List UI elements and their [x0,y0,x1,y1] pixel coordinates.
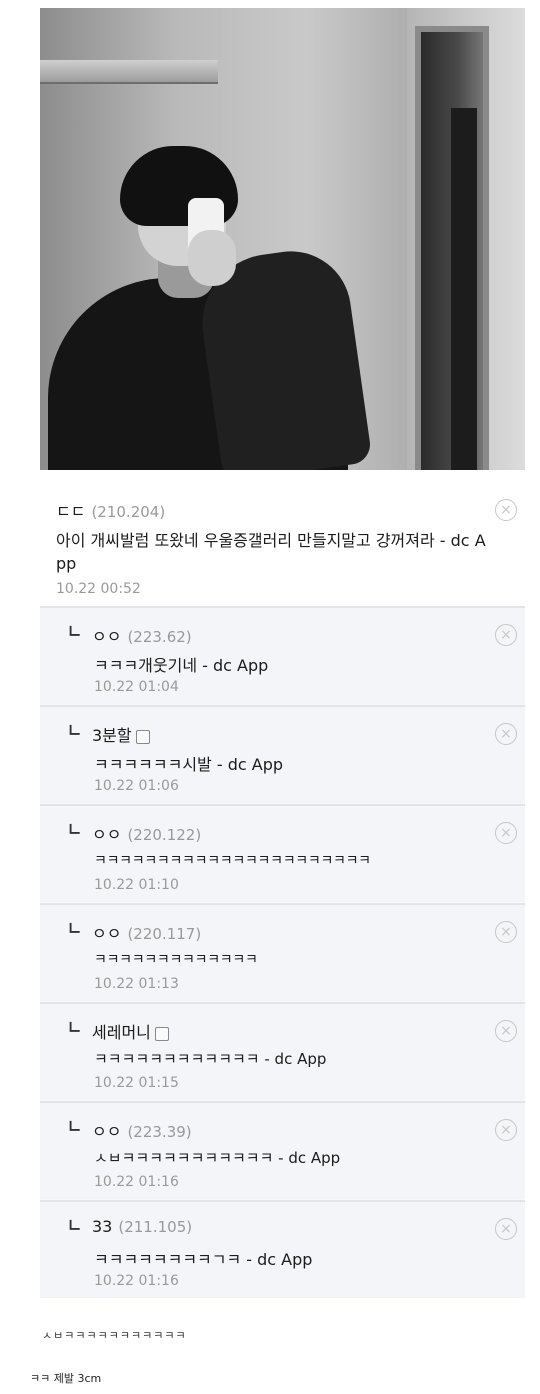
reply-time: 10.22 01:10 [94,877,179,893]
reply-comment: ∟ 33 (211.105) × ㅋㅋㅋㅋㅋㅋㅋㅋㄱㅋ - dc App 10.2… [40,1200,525,1298]
delete-icon[interactable]: × [495,1020,517,1042]
photo-door-inner [451,108,477,470]
ip-text: (220.122) [127,826,202,844]
reply-comment: ∟ 세레머니 × ㅋㅋㅋㅋㅋㅋㅋㅋㅋㅋㅋㅋ - dc App 10.22 01:… [40,1002,525,1100]
nick-text[interactable]: 3분할 [92,726,132,745]
comment-time: 10.22 00:52 [56,581,141,597]
reply-arrow-icon: ∟ [68,721,82,740]
comment-text-cont: pp [56,554,77,573]
delete-icon[interactable]: × [495,723,517,745]
reply-comment: ∟ ㅇㅇ (220.122) × ㅋㅋㅋㅋㅋㅋㅋㅋㅋㅋㅋㅋㅋㅋㅋㅋㅋㅋㅋㅋㅋㅋ 1… [40,804,525,902]
nick-text[interactable]: ㅇㅇ [92,924,121,943]
reply-time: 10.22 01:15 [94,1075,179,1091]
reply-nick[interactable]: ㅇㅇ (223.39) [92,1118,192,1142]
reply-text: ㅋㅋㅋㅋㅋㅋㅋㅋㄱㅋ - dc App [94,1250,313,1269]
reply-comment: ∟ 3분할 × ㅋㅋㅋㅋㅋㅋ시발 - dc App 10.22 01:06 [40,705,525,803]
nick-text[interactable]: 세레머니 [92,1023,151,1042]
footer-text-1: ㅅㅂㅋㅋㅋㅋㅋㅋㅋㅋㅋㅋㅋ [42,1329,187,1342]
comment-list: ㄷㄷ (210.204) × 아이 개씨발럼 또왔네 우울증갤러리 만들지말고 걍… [40,476,525,1298]
ip-text: (211.105) [118,1218,193,1236]
post-photo [40,8,525,470]
reply-time: 10.22 01:16 [94,1273,179,1289]
reply-time: 10.22 01:06 [94,778,179,794]
reply-nick[interactable]: ㅇㅇ (220.122) [92,821,201,845]
delete-icon[interactable]: × [495,499,517,521]
photo-hand [188,230,236,286]
nick-text[interactable]: 33 [92,1217,112,1236]
reply-nick[interactable]: 33 (211.105) [92,1217,192,1236]
delete-icon[interactable]: × [495,1119,517,1141]
reply-text: ㅋㅋㅋㅋㅋㅋㅋㅋㅋㅋㅋㅋㅋㅋㅋㅋㅋㅋㅋㅋㅋㅋ [94,853,371,869]
nick-text[interactable]: ㄷㄷ [56,502,85,521]
reply-nick[interactable]: 3분할 [92,722,150,746]
ip-text: (223.62) [127,628,192,646]
reply-arrow-icon: ∟ [68,1018,82,1037]
reply-arrow-icon: ∟ [68,919,82,938]
nick-text[interactable]: ㅇㅇ [92,1122,121,1141]
delete-icon[interactable]: × [495,822,517,844]
ip-text: (210.204) [91,503,166,521]
reply-time: 10.22 01:04 [94,679,179,695]
reply-arrow-icon: ∟ [68,820,82,839]
reply-comment: ∟ ㅇㅇ (223.39) × ㅅㅂㅋㅋㅋㅋㅋㅋㅋㅋㅋㅋㅋ - dc App 10… [40,1101,525,1199]
photo-shelf [40,60,218,84]
reply-text: ㅅㅂㅋㅋㅋㅋㅋㅋㅋㅋㅋㅋㅋ - dc App [94,1149,341,1167]
member-badge-icon [154,1026,169,1041]
reply-arrow-icon: ∟ [68,622,82,641]
reply-nick[interactable]: 세레머니 [92,1019,169,1043]
reply-text: ㅋㅋㅋㅋㅋㅋㅋㅋㅋㅋㅋㅋㅋ [94,952,258,968]
reply-arrow-icon: ∟ [68,1117,82,1136]
footer-text-2: ㅋㅋ 제발 3cm [30,1372,102,1385]
member-badge-icon [135,729,150,744]
nick-text[interactable]: ㅇㅇ [92,627,121,646]
delete-icon[interactable]: × [495,624,517,646]
parent-comment: ㄷㄷ (210.204) × 아이 개씨발럼 또왔네 우울증갤러리 만들지말고 걍… [40,476,525,606]
ip-text: (220.117) [127,925,202,943]
delete-icon[interactable]: × [495,921,517,943]
reply-comment: ∟ ㅇㅇ (223.62) × ㅋㅋㅋ개웃기네 - dc App 10.22 01… [40,606,525,704]
reply-time: 10.22 01:16 [94,1174,179,1190]
nick-text[interactable]: ㅇㅇ [92,825,121,844]
ip-text: (223.39) [127,1123,192,1141]
reply-arrow-icon: ∟ [68,1216,82,1235]
reply-text: ㅋㅋㅋㅋㅋㅋ시발 - dc App [94,755,284,774]
comment-nick[interactable]: ㄷㄷ (210.204) [56,498,165,522]
reply-nick[interactable]: ㅇㅇ (220.117) [92,920,201,944]
reply-nick[interactable]: ㅇㅇ (223.62) [92,623,192,647]
reply-time: 10.22 01:13 [94,976,179,992]
reply-text: ㅋㅋㅋ개웃기네 - dc App [94,656,269,675]
comment-text: 아이 개씨발럼 또왔네 우울증갤러리 만들지말고 걍꺼져라 - dc A [56,531,486,550]
delete-icon[interactable]: × [495,1218,517,1240]
reply-comment: ∟ ㅇㅇ (220.117) × ㅋㅋㅋㅋㅋㅋㅋㅋㅋㅋㅋㅋㅋ 10.22 01:1… [40,903,525,1001]
reply-text: ㅋㅋㅋㅋㅋㅋㅋㅋㅋㅋㅋㅋ - dc App [94,1050,327,1068]
